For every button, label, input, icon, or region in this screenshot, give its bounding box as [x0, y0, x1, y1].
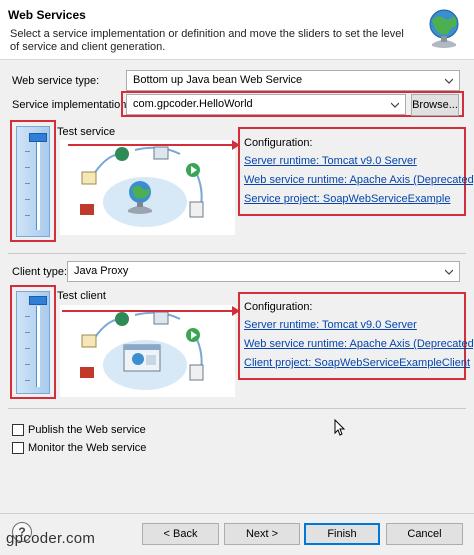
- monitor-label: Monitor the Web service: [28, 442, 147, 454]
- chevron-down-icon: [445, 78, 453, 84]
- wizard-header: Web Services Select a service implementa…: [0, 0, 474, 60]
- client-project-link[interactable]: Client project: SoapWebServiceExampleCli…: [244, 357, 470, 369]
- slider-thumb[interactable]: [29, 296, 47, 305]
- client-type-value: Java Proxy: [74, 265, 129, 277]
- service-implementation-value: com.gpcoder.HelloWorld: [133, 98, 253, 110]
- finish-button[interactable]: Finish: [304, 523, 380, 545]
- watermark-text: gpcoder.com: [6, 530, 96, 547]
- monitor-checkbox[interactable]: [12, 442, 24, 454]
- slider-thumb[interactable]: [29, 133, 47, 142]
- client-config-title: Configuration:: [244, 301, 313, 313]
- client-illustration: [60, 305, 235, 397]
- client-type-label: Client type:: [12, 266, 68, 278]
- back-button[interactable]: < Back: [142, 523, 219, 545]
- chevron-down-icon: [445, 269, 453, 275]
- service-level-slider[interactable]: [16, 126, 50, 237]
- client-slider-level-label: Test client: [57, 290, 106, 302]
- publish-label: Publish the Web service: [28, 424, 146, 436]
- page-description: Select a service implementation or defin…: [10, 28, 404, 53]
- web-service-type-label: Web service type:: [12, 75, 100, 87]
- web-service-type-select[interactable]: Bottom up Java bean Web Service: [126, 70, 460, 91]
- service-slider-level-label: Test service: [57, 126, 116, 138]
- separator: [8, 253, 466, 254]
- footer-separator: [0, 513, 474, 514]
- service-implementation-input[interactable]: com.gpcoder.HelloWorld: [126, 94, 406, 115]
- separator: [8, 408, 466, 409]
- client-ws-runtime-link[interactable]: Web service runtime: Apache Axis (Deprec…: [244, 338, 474, 350]
- web-service-type-value: Bottom up Java bean Web Service: [133, 74, 303, 86]
- globe-icon: [429, 9, 459, 48]
- chevron-down-icon: [391, 102, 399, 108]
- service-project-link[interactable]: Service project: SoapWebServiceExample: [244, 193, 450, 205]
- service-illustration: [60, 140, 235, 235]
- client-level-slider[interactable]: [16, 291, 50, 394]
- service-ws-runtime-link[interactable]: Web service runtime: Apache Axis (Deprec…: [244, 174, 474, 186]
- mouse-cursor-icon: [334, 419, 346, 436]
- web-service-diagram-icon: [80, 146, 204, 227]
- page-title: Web Services: [8, 8, 86, 22]
- annotation-arrow: [68, 144, 234, 146]
- cancel-button[interactable]: Cancel: [386, 523, 463, 545]
- next-button[interactable]: Next >: [224, 523, 300, 545]
- client-server-runtime-link[interactable]: Server runtime: Tomcat v9.0 Server: [244, 319, 417, 331]
- browse-button[interactable]: Browse...: [411, 94, 459, 116]
- client-type-select[interactable]: Java Proxy: [67, 261, 460, 282]
- service-implementation-label: Service implementation:: [12, 99, 130, 111]
- publish-checkbox[interactable]: [12, 424, 24, 436]
- web-client-diagram-icon: [80, 311, 204, 390]
- service-server-runtime-link[interactable]: Server runtime: Tomcat v9.0 Server: [244, 155, 417, 167]
- annotation-arrow: [62, 310, 234, 312]
- service-config-title: Configuration:: [244, 137, 313, 149]
